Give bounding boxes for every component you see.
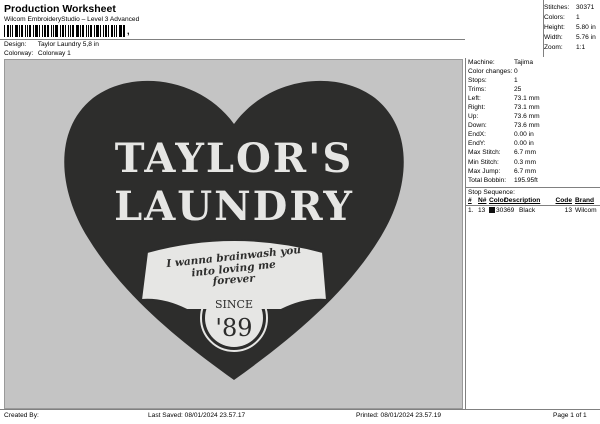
color-swatch-icon [489, 206, 495, 213]
summary-row: Colors: 1 [544, 12, 600, 22]
row-description: Black [519, 206, 536, 214]
info-label: Up: [468, 113, 479, 121]
footer-page: Page 1 of 1 [553, 412, 587, 419]
row-number: 1. [468, 206, 474, 214]
info-row: Color changes: 0 [466, 67, 600, 76]
info-row: EndX: 0.00 in [466, 130, 600, 139]
info-label: Total Bobbin: [468, 176, 507, 184]
colorway-label: Colorway: [4, 50, 34, 57]
barcode [4, 25, 130, 37]
info-label: Down: [468, 122, 487, 130]
col-header-number: # [468, 197, 472, 205]
info-value: 25 [514, 86, 522, 94]
info-value: 0.00 in [514, 131, 534, 139]
info-row: Stops: 1 [466, 76, 600, 85]
info-value: 73.1 mm [514, 104, 540, 112]
footer-printed: Printed: 08/01/2024 23.57.19 [356, 412, 442, 419]
design-text-line2: LAUNDRY [114, 183, 354, 230]
summary-label: Zoom: [544, 44, 563, 52]
summary-panel: Stitches: 30371 Colors: 1 Height: 5.80 in W… [544, 2, 600, 53]
info-value: 73.6 mm [514, 113, 540, 121]
info-label: Max Stitch: [468, 149, 501, 157]
info-row: Min Stitch: 0.3 mm [466, 158, 600, 167]
info-value: 195.95ft [514, 176, 538, 184]
info-value: 0.3 mm [514, 158, 536, 166]
since-text: SINCE [215, 298, 253, 311]
summary-row: Width: 5.76 in [544, 33, 600, 43]
barcode-mark: , [127, 26, 130, 36]
design-text-line1: TAYLOR'S [115, 135, 354, 182]
row-n: 13 [478, 206, 486, 214]
row-brand: Wilcom [575, 206, 597, 214]
info-row: Down: 73.6 mm [466, 121, 600, 130]
summary-label: Colors: [544, 13, 565, 21]
row-code: 13 [564, 206, 572, 214]
stop-sequence-header: # N# Color Description Code Brand [466, 197, 600, 206]
software-subtitle: Wilcom EmbroideryStudio – Level 3 Advanc… [4, 16, 140, 23]
info-value: 6.7 mm [514, 149, 536, 157]
info-row: Total Bobbin: 195.95ft [466, 176, 600, 185]
summary-row: Zoom: 1:1 [544, 43, 600, 53]
colorway-value: Colorway 1 [37, 50, 71, 57]
info-label: Stops: [468, 77, 487, 85]
summary-label: Stitches: [544, 3, 570, 11]
embroidery-design: TAYLOR'S LAUNDRY I wanna brainwash you i… [64, 80, 404, 380]
info-value: 73.1 mm [514, 95, 540, 103]
summary-value: 1:1 [576, 44, 586, 52]
info-row: Right: 73.1 mm [466, 103, 600, 112]
info-label: Left: [468, 95, 481, 103]
info-label: Right: [468, 104, 486, 112]
col-header-code: Code [555, 197, 572, 205]
footer-last-saved: Last Saved: 08/01/2024 23.57.17 [148, 412, 246, 419]
info-label: EndX: [468, 131, 486, 139]
design-preview: TAYLOR'S LAUNDRY I wanna brainwash you i… [4, 59, 463, 409]
info-label: Min Stitch: [468, 158, 499, 166]
summary-row: Stitches: 30371 [544, 2, 600, 12]
col-header-color: Color [489, 197, 507, 205]
colorway-row: Colorway: Colorway 1 [4, 50, 71, 57]
info-row: Left: 73.1 mm [466, 94, 600, 103]
year-text: '89 [215, 314, 252, 342]
col-header-n: N# [478, 197, 487, 205]
summary-row: Height: 5.80 in [544, 22, 600, 32]
footer-divider [0, 409, 600, 410]
barcode-bars [4, 25, 126, 37]
col-header-brand: Brand [575, 197, 595, 205]
header-divider [0, 39, 465, 40]
summary-value: 1 [576, 13, 580, 21]
design-row: Design: Taylor Laundry 5,8 in [4, 41, 99, 48]
row-color-code: 30369 [496, 206, 515, 214]
design-label: Design: [4, 41, 27, 48]
info-label: Machine: [468, 59, 495, 67]
info-label: EndY: [468, 140, 486, 148]
stop-sequence-title: Stop Sequence: [466, 186, 600, 197]
info-row: Trims: 25 [466, 85, 600, 94]
info-value: 73.6 mm [514, 122, 540, 130]
info-value: 0 [514, 68, 518, 76]
summary-value: 5.80 in [576, 23, 596, 31]
machine-info-panel: Machine: Tajima Color changes: 0 Stops: 1 T… [465, 58, 600, 410]
info-label: Color changes: [468, 68, 513, 76]
info-row: Max Stitch: 6.7 mm [466, 148, 600, 157]
info-row: Up: 73.6 mm [466, 112, 600, 121]
info-value: Tajima [514, 59, 534, 67]
info-label: Trims: [468, 86, 487, 94]
summary-value: 30371 [576, 3, 595, 11]
info-value: 1 [514, 77, 518, 85]
col-header-description: Description [504, 197, 541, 205]
table-row: 1. 13 30369 Black 13 Wilcom [466, 206, 600, 215]
row-color: 30369 [489, 207, 519, 214]
summary-value: 5.76 in [576, 34, 596, 42]
summary-label: Width: [544, 34, 563, 42]
footer-created-by: Created By: [4, 412, 39, 419]
summary-label: Height: [544, 23, 565, 31]
page-title: Production Worksheet [4, 3, 116, 15]
info-row: EndY: 0.00 in [466, 139, 600, 148]
info-label: Max Jump: [468, 167, 501, 175]
info-value: 0.00 in [514, 140, 534, 148]
info-row: Machine: Tajima [466, 58, 600, 67]
info-value: 6.7 mm [514, 167, 536, 175]
design-value: Taylor Laundry 5,8 in [37, 41, 99, 48]
info-row: Max Jump: 6.7 mm [466, 167, 600, 176]
